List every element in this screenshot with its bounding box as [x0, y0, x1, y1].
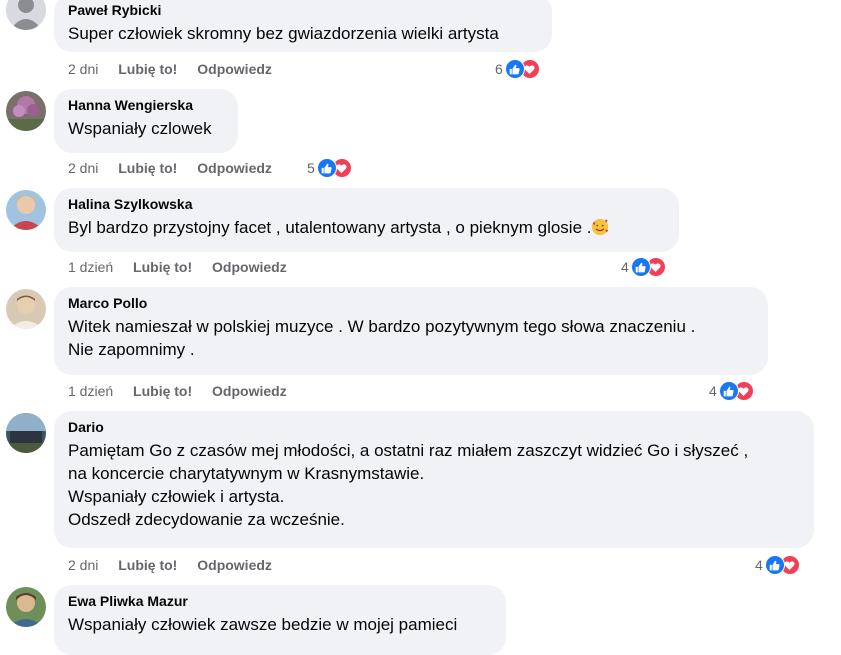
thumbs-up-icon — [316, 158, 337, 178]
comment-text: Wspaniały czlowek — [68, 117, 224, 140]
comment-author[interactable]: Ewa Pliwka Mazur — [68, 593, 492, 610]
comment-text-line: Byl bardzo przystojny facet , utalentowa… — [68, 216, 665, 239]
comment-text: Super człowiek skromny bez gwiazdorzenia… — [68, 22, 538, 45]
comment-bubble: Ewa Pliwka Mazur Wspaniały człowiek zaws… — [54, 585, 506, 655]
comment-text: Witek namieszał w polskiej muzyce . W ba… — [68, 315, 754, 361]
comment-bubble: Halina Szylkowska Byl bardzo przystojny … — [54, 188, 679, 252]
reply-button[interactable]: Odpowiedz — [197, 159, 272, 177]
thumbs-up-icon — [718, 381, 739, 401]
comment-text-segment: Byl bardzo przystojny facet , utalentowa… — [68, 218, 592, 237]
reaction-count: 4 — [709, 383, 717, 399]
reply-button[interactable]: Odpowiedz — [212, 382, 287, 400]
comment-text-line: Witek namieszał w polskiej muzyce . W ba… — [68, 317, 696, 336]
avatar[interactable] — [6, 413, 46, 453]
avatar[interactable] — [6, 91, 46, 131]
reaction-summary[interactable]: 5 — [307, 157, 352, 179]
comment-text: Pamiętam Go z czasów mej młodości, a ost… — [68, 439, 800, 531]
comment-text-line: Odszedł zdecydowanie za wcześnie. — [68, 510, 345, 529]
comment-text: Byl bardzo przystojny facet , utalentowa… — [68, 216, 665, 239]
comment-author[interactable]: Hanna Wengierska — [68, 97, 224, 114]
like-button[interactable]: Lubię to! — [118, 556, 177, 574]
comment-timestamp[interactable]: 2 dni — [68, 159, 98, 177]
comment-actions: 1 dzień Lubię to! Odpowiedz — [68, 258, 287, 276]
comment-actions: 2 dni Lubię to! Odpowiedz — [68, 60, 272, 78]
reply-button[interactable]: Odpowiedz — [197, 60, 272, 78]
comment-author[interactable]: Marco Pollo — [68, 295, 754, 312]
thumbs-up-icon — [764, 555, 785, 575]
comment-text-line: Wspaniały człowiek zawsze bedzie w mojej… — [68, 615, 458, 634]
reaction-summary[interactable]: 4 — [709, 380, 754, 402]
comment-text-line: Wspaniały czlowek — [68, 119, 212, 138]
avatar[interactable] — [6, 190, 46, 230]
comment-text: Wspaniały człowiek zawsze bedzie w mojej… — [68, 613, 492, 636]
comment-bubble: Dario Pamiętam Go z czasów mej młodości,… — [54, 411, 814, 548]
reaction-count: 6 — [495, 61, 503, 77]
like-button[interactable]: Lubię to! — [118, 159, 177, 177]
avatar[interactable] — [6, 587, 46, 627]
reaction-count: 4 — [621, 259, 629, 275]
reaction-count: 5 — [307, 160, 315, 176]
comment-timestamp[interactable]: 1 dzień — [68, 258, 113, 276]
thumbs-up-icon — [504, 59, 525, 79]
comment-bubble: Hanna Wengierska Wspaniały czlowek — [54, 89, 238, 153]
comment-actions: 2 dni Lubię to! Odpowiedz — [68, 556, 272, 574]
comment-actions: 2 dni Lubię to! Odpowiedz — [68, 159, 272, 177]
thumbs-up-icon — [630, 257, 651, 277]
comment-timestamp[interactable]: 2 dni — [68, 556, 98, 574]
like-button[interactable]: Lubię to! — [133, 382, 192, 400]
comment-actions: 1 dzień Lubię to! Odpowiedz — [68, 382, 287, 400]
comment-bubble: Paweł Rybicki Super człowiek skromny bez… — [54, 0, 552, 52]
reply-button[interactable]: Odpowiedz — [197, 556, 272, 574]
comment-author[interactable]: Halina Szylkowska — [68, 196, 665, 213]
avatar[interactable] — [6, 0, 46, 30]
comment-timestamp[interactable]: 1 dzień — [68, 382, 113, 400]
comment-author[interactable]: Paweł Rybicki — [68, 2, 538, 19]
smiling-face-with-hearts-icon — [592, 218, 609, 236]
comment-timestamp[interactable]: 2 dni — [68, 60, 98, 78]
comment-author[interactable]: Dario — [68, 419, 800, 436]
reaction-count: 4 — [755, 557, 763, 573]
comment-text-line: Nie zapomnimy . — [68, 340, 195, 359]
avatar[interactable] — [6, 289, 46, 329]
reply-button[interactable]: Odpowiedz — [212, 258, 287, 276]
reaction-summary[interactable]: 6 — [495, 58, 540, 80]
comment-text-line: na koncercie charytatywnym w Krasnymstaw… — [68, 464, 425, 483]
reaction-summary[interactable]: 4 — [621, 256, 666, 278]
comment-bubble: Marco Pollo Witek namieszał w polskiej m… — [54, 287, 768, 375]
like-button[interactable]: Lubię to! — [118, 60, 177, 78]
comment-text-line: Super człowiek skromny bez gwiazdorzenia… — [68, 24, 499, 43]
comment-text-line: Pamiętam Go z czasów mej młodości, a ost… — [68, 441, 749, 460]
like-button[interactable]: Lubię to! — [133, 258, 192, 276]
comment-text-line: Wspaniały człowiek i artysta. — [68, 487, 285, 506]
reaction-summary[interactable]: 4 — [755, 554, 800, 576]
